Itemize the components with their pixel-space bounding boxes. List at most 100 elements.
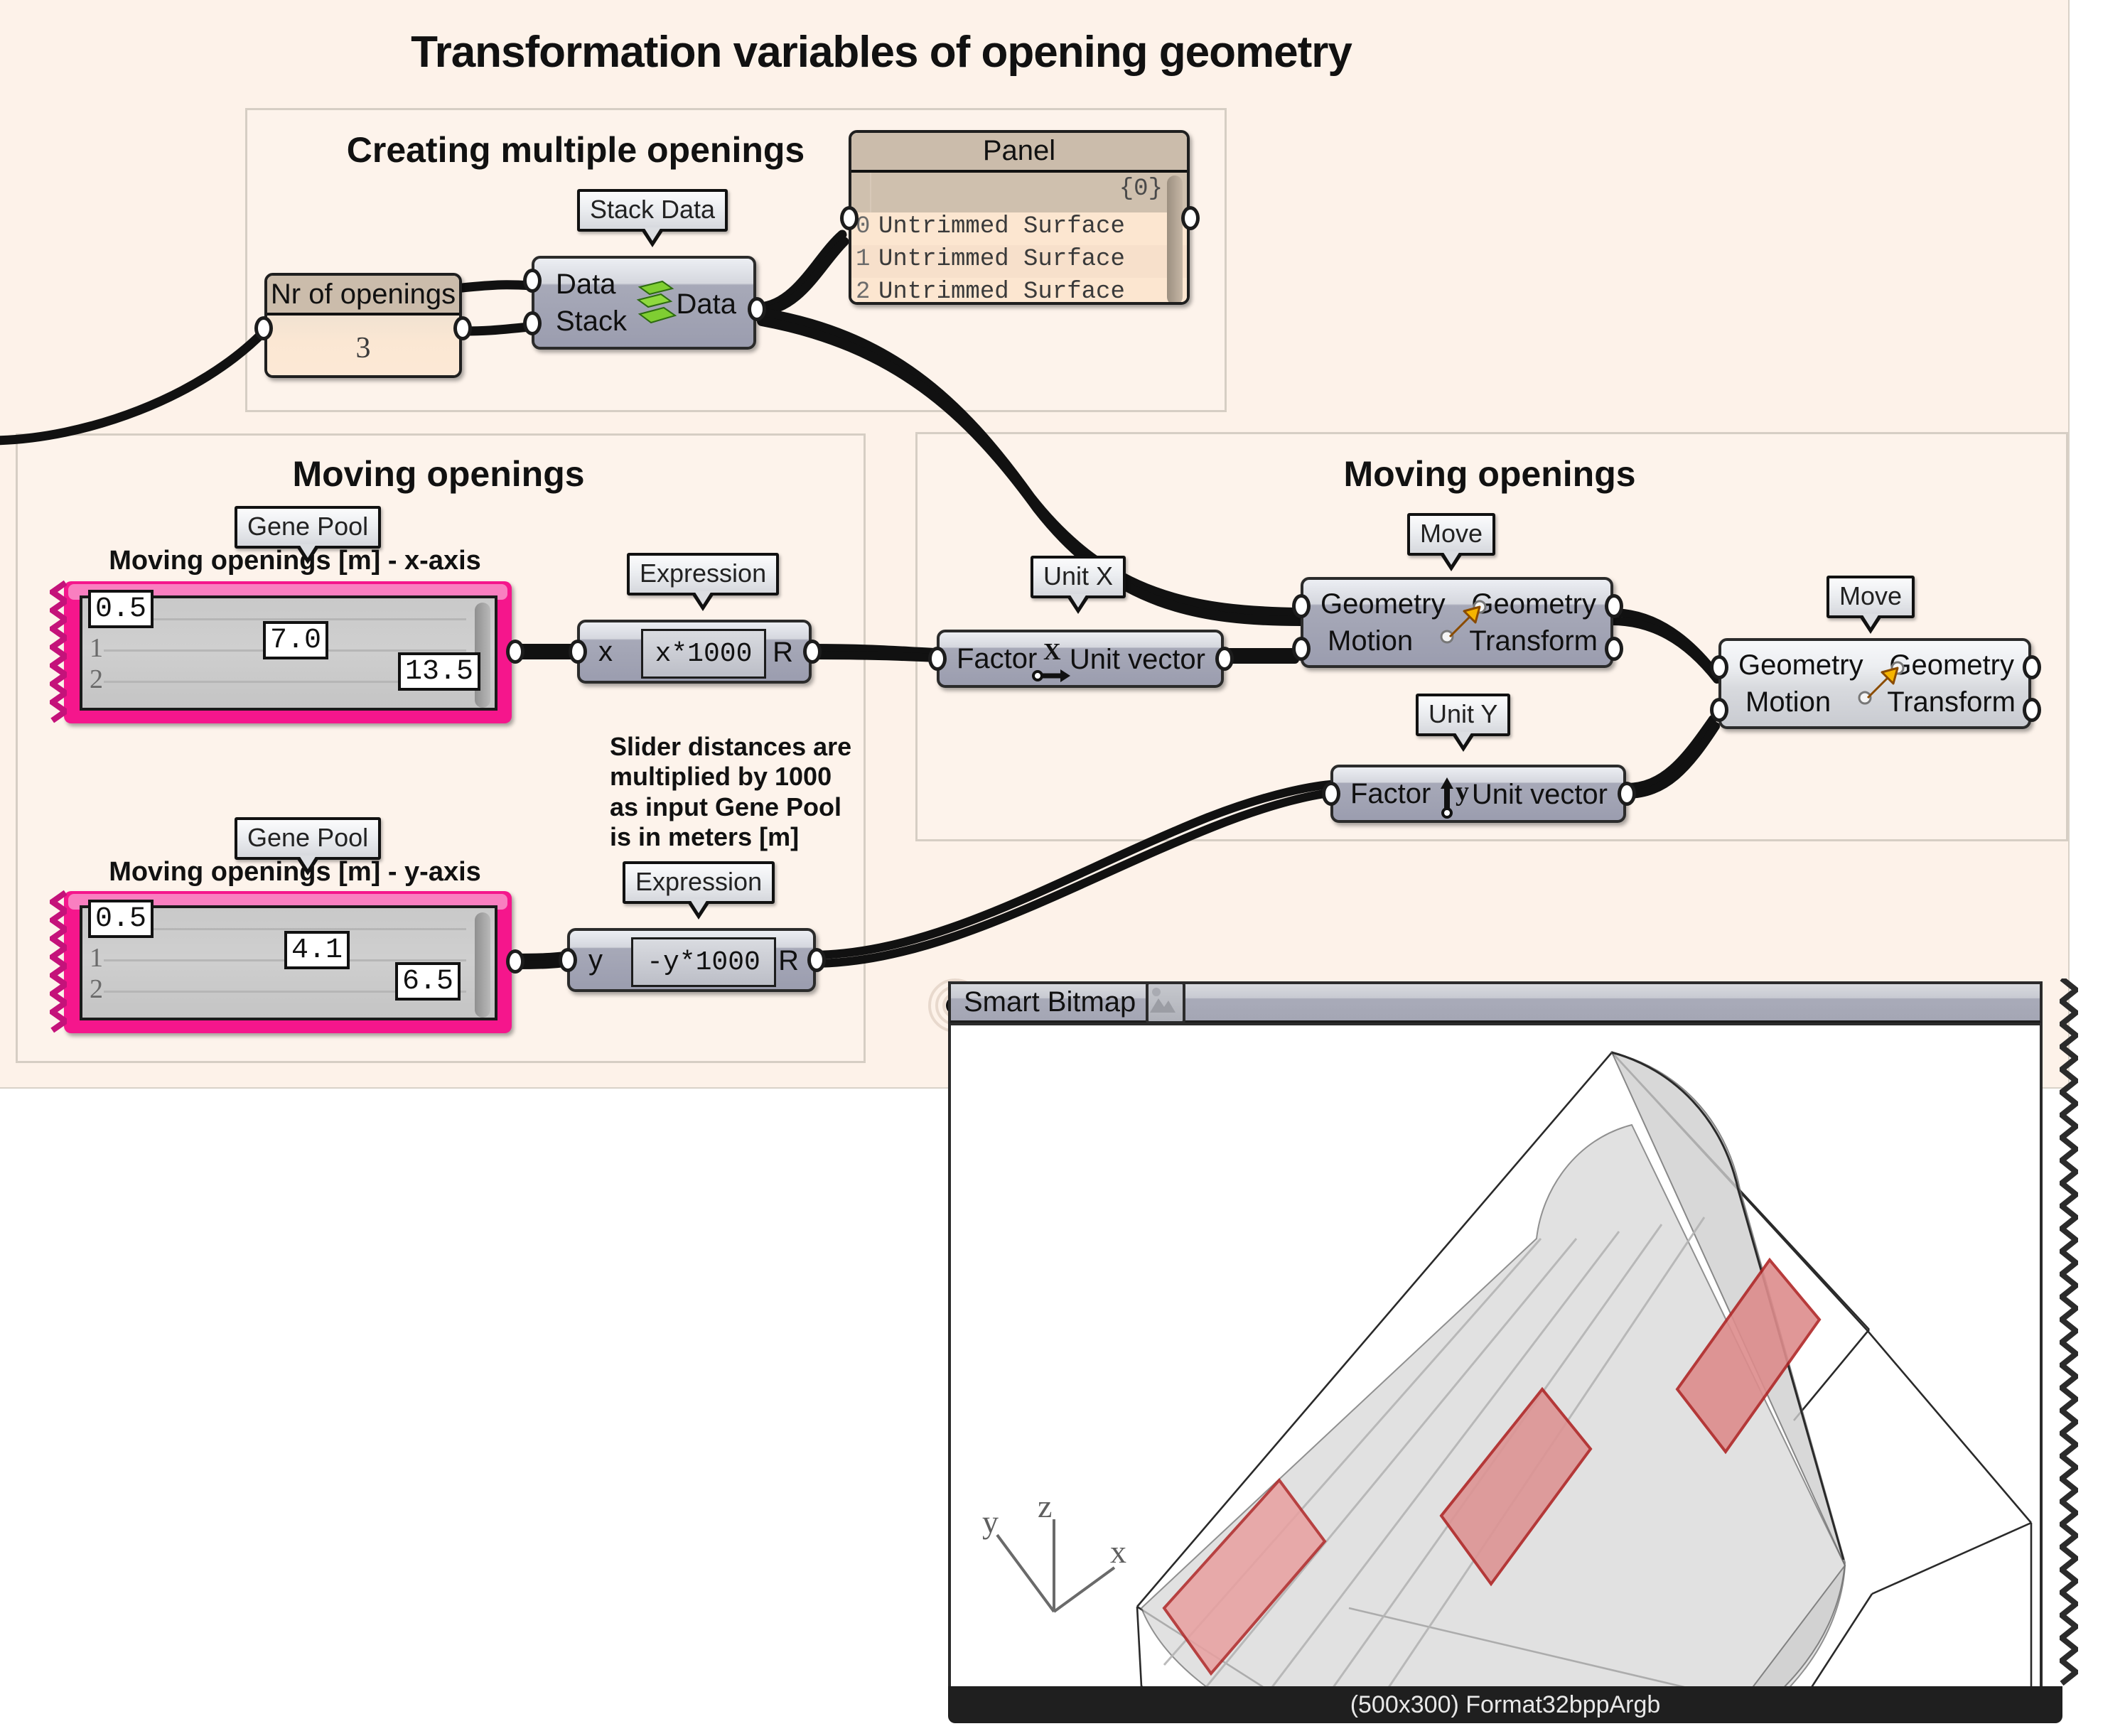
gene-pool-x-value-0[interactable]: 0.5: [88, 590, 154, 628]
panel-component[interactable]: Panel {0} 0 Untrimmed Surface 1 Untrimme…: [849, 130, 1190, 305]
gene-pool-y-row-index: 2: [90, 974, 103, 1004]
unit-y-input-port[interactable]: [1322, 782, 1340, 806]
unit-y-input-label: Factor: [1350, 777, 1431, 809]
panel-rows[interactable]: 0 Untrimmed Surface 1 Untrimmed Surface …: [851, 212, 1187, 305]
smart-bitmap-header[interactable]: Smart Bitmap: [948, 981, 2043, 1024]
nr-of-openings-header: Nr of openings: [267, 276, 459, 316]
gene-pool-y-value-1[interactable]: 4.1: [284, 931, 350, 969]
move-2-component[interactable]: Geometry Motion Geometry Transform: [1718, 638, 2031, 729]
unit-x-output-port[interactable]: [1215, 647, 1234, 671]
stack-data-input-stack-label: Stack: [556, 306, 628, 337]
axis-label-x: x: [1110, 1533, 1126, 1570]
stack-data-output-port[interactable]: [748, 297, 766, 321]
expression-x-input-label: x: [598, 635, 613, 667]
smart-bitmap-viewport[interactable]: z y x: [948, 1023, 2043, 1736]
expression-x-input-port[interactable]: [569, 640, 587, 664]
unit-y-output-label: Unit vector: [1471, 779, 1608, 810]
panel-header: Panel: [851, 133, 1187, 173]
gene-pool-x-track[interactable]: [104, 618, 466, 620]
expression-y-input-port[interactable]: [559, 948, 577, 972]
expression-y-input-label: y: [588, 944, 603, 976]
unit-y-component[interactable]: Factor y Unit vector: [1330, 765, 1626, 823]
panel-input-port[interactable]: [840, 206, 859, 230]
bitmap-image-icon[interactable]: [1146, 981, 1186, 1024]
move-2-output-geometry-label: Geometry: [1889, 649, 2014, 681]
unit-x-component[interactable]: Factor X Unit vector: [937, 630, 1224, 688]
expression-x-output-port[interactable]: [803, 640, 822, 664]
move-1-component[interactable]: Geometry Motion Geometry Transform: [1301, 577, 1613, 668]
expression-x-component[interactable]: x x*1000 R: [577, 620, 812, 684]
move-1-output-port-transform[interactable]: [1605, 637, 1623, 661]
unit-x-input-label: Factor: [957, 642, 1038, 674]
stack-data-input-port-stack[interactable]: [523, 311, 542, 335]
gene-pool-x-value-1[interactable]: 7.0: [263, 621, 328, 659]
nr-of-openings-input-port[interactable]: [254, 316, 273, 340]
gene-pool-y-value-2[interactable]: 6.5: [395, 962, 461, 1001]
gene-pool-y-caption: Moving openings [m] - y-axis: [109, 857, 481, 887]
panel-scrollbar[interactable]: [1167, 176, 1183, 302]
multiplier-note: Slider distances are multiplied by 1000 …: [610, 732, 852, 852]
move-2-input-port-geometry[interactable]: [1710, 655, 1728, 679]
move-2-output-port-transform[interactable]: [2023, 698, 2041, 722]
expression-x-balloon: Expression: [627, 553, 780, 611]
gene-pool-y-value-0[interactable]: 0.5: [88, 900, 154, 938]
stack-icon: [636, 280, 677, 324]
move-1-output-geometry-label: Geometry: [1471, 588, 1596, 620]
unit-x-output-label: Unit vector: [1069, 644, 1205, 675]
move-2-balloon: Move: [1827, 576, 1915, 634]
expression-y-output-port[interactable]: [807, 948, 826, 972]
gene-pool-x-row-index: 1: [90, 633, 103, 663]
panel-row-index: 2: [856, 279, 871, 305]
panel-row-text: Untrimmed Surface: [878, 246, 1125, 273]
move-1-balloon: Move: [1407, 513, 1496, 571]
unit-x-input-port[interactable]: [928, 647, 947, 671]
expression-y-output-label: R: [778, 945, 799, 976]
gene-pool-x-caption: Moving openings [m] - x-axis: [109, 546, 481, 576]
move-2-input-motion-label: Motion: [1745, 686, 1831, 718]
smart-bitmap-status-bar: (500x300) Format32bppArgb: [948, 1686, 2062, 1723]
table-row[interactable]: 1 Untrimmed Surface: [851, 245, 1187, 278]
svg-text:y: y: [1456, 777, 1469, 807]
gene-pool-y-scrollbar[interactable]: [475, 912, 490, 1018]
move-2-input-geometry-label: Geometry: [1738, 649, 1863, 681]
unit-x-icon: X: [1032, 639, 1070, 682]
gene-pool-x-zigzag: [50, 580, 67, 723]
move-1-input-port-motion[interactable]: [1292, 637, 1311, 661]
gene-pool-x-balloon: Gene Pool: [235, 506, 382, 564]
svg-text:X: X: [1043, 639, 1061, 665]
move-2-input-port-motion[interactable]: [1710, 698, 1728, 722]
gene-pool-y-zigzag: [50, 890, 67, 1033]
move-1-input-port-geometry[interactable]: [1292, 594, 1311, 618]
gene-pool-x-output-port[interactable]: [506, 640, 524, 664]
expression-x-field[interactable]: x*1000: [641, 629, 766, 679]
nr-of-openings-output-port[interactable]: [453, 316, 472, 340]
expression-y-field[interactable]: -y*1000: [631, 937, 776, 987]
stack-data-balloon: Stack Data: [577, 189, 728, 247]
stack-data-component[interactable]: Data Stack Data: [532, 256, 756, 350]
nr-of-openings-value-area[interactable]: 3: [267, 316, 459, 375]
gene-pool-y-row-index: 1: [90, 943, 103, 973]
smart-bitmap-window[interactable]: Smart Bitmap z y x (500x300) Format32bpp…: [928, 978, 2078, 1736]
axis-label-z: z: [1038, 1488, 1053, 1524]
gene-pool-y-track[interactable]: [104, 928, 466, 930]
panel-output-port[interactable]: [1181, 206, 1200, 230]
smart-bitmap-zigzag-edge: [2060, 978, 2078, 1686]
gene-pool-x-value-2[interactable]: 13.5: [398, 652, 480, 691]
stack-data-input-port-data[interactable]: [523, 269, 542, 293]
unit-y-output-port[interactable]: [1618, 782, 1636, 806]
table-row[interactable]: 2 Untrimmed Surface: [851, 278, 1187, 305]
move-2-output-port-geometry[interactable]: [2023, 655, 2041, 679]
move-1-input-motion-label: Motion: [1328, 625, 1414, 657]
nr-of-openings-slider[interactable]: Nr of openings 3: [264, 273, 462, 378]
gene-pool-y-output-port[interactable]: [506, 949, 524, 974]
move-1-output-port-geometry[interactable]: [1605, 594, 1623, 618]
stack-data-input-data-label: Data: [556, 269, 616, 300]
panel-path-label: {0}: [1119, 176, 1163, 203]
table-row[interactable]: 0 Untrimmed Surface: [851, 212, 1187, 245]
move-1-input-geometry-label: Geometry: [1320, 588, 1446, 620]
nr-of-openings-value: 3: [355, 332, 371, 365]
move-arrow-icon: [1858, 661, 1905, 705]
grasshopper-canvas[interactable]: Transformation variables of opening geom…: [0, 0, 2070, 1089]
unit-y-balloon: Unit Y: [1416, 694, 1511, 752]
expression-y-component[interactable]: y -y*1000 R: [567, 928, 816, 992]
